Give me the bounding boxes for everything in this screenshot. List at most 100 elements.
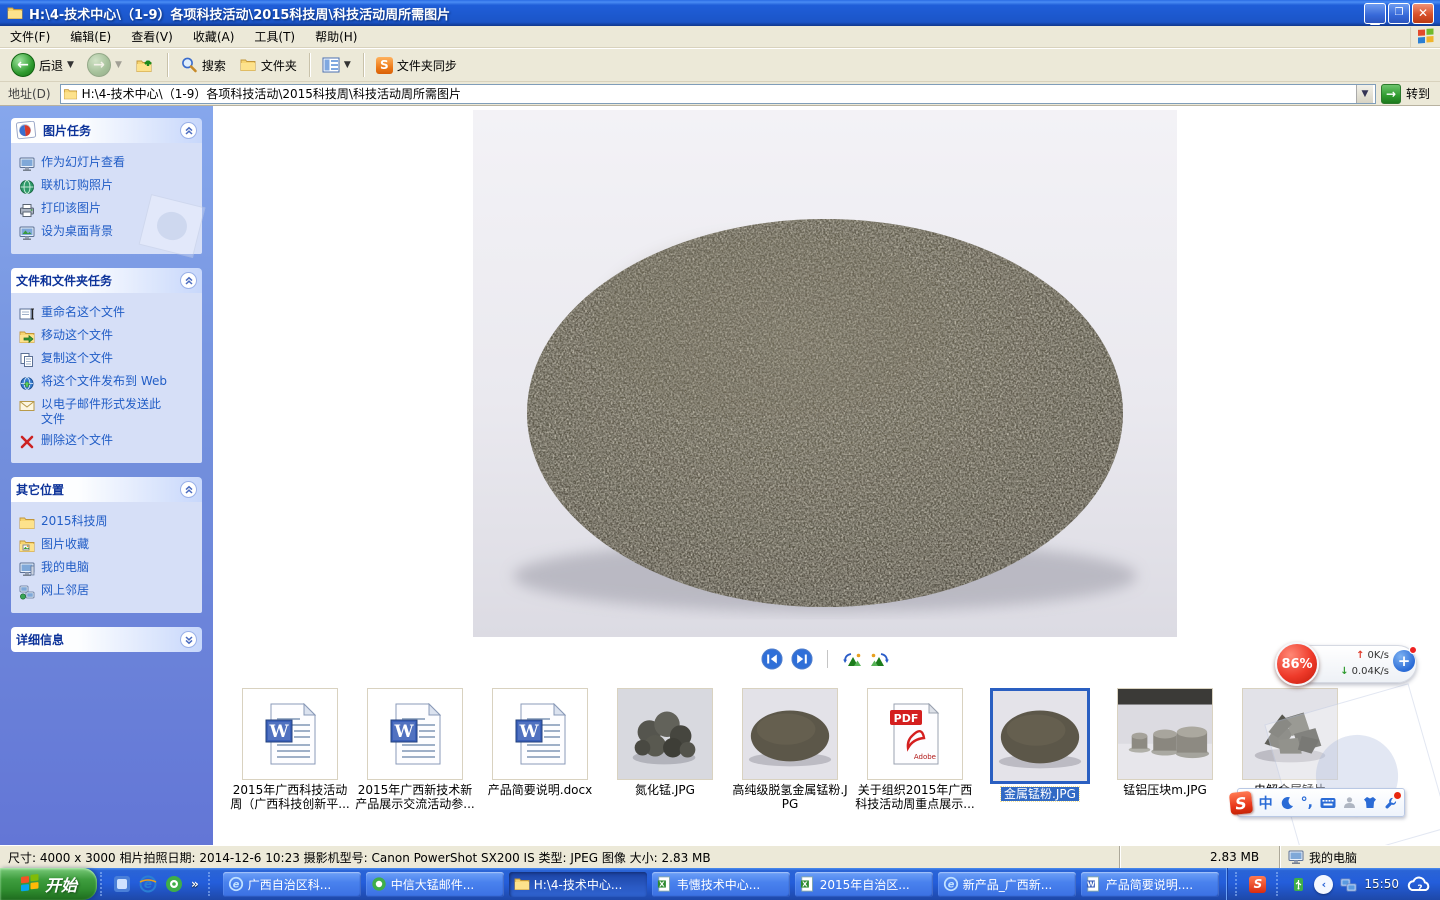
place-network[interactable]: 网上邻居	[18, 580, 198, 603]
cloud-tray-icon[interactable]: ?	[1406, 876, 1432, 893]
forward-button[interactable]: → ▼	[82, 51, 127, 79]
previous-image-button[interactable]	[761, 648, 783, 670]
menu-file[interactable]: 文件(F)	[0, 25, 60, 48]
chevron-up-icon[interactable]	[180, 272, 197, 289]
speed-overlay[interactable]: ↑0K/s ↓0.04K/s + 86%	[1275, 642, 1417, 686]
file-thumbnail-doc3[interactable]: 产品简要说明.docx	[478, 688, 602, 797]
task-pane: 图片任务 作为幻灯片查看 联机订购照片 打印该图片	[0, 106, 213, 845]
file-thumbnail-pdf[interactable]: 关于组织2015年广西科技活动周重点展示...	[853, 688, 977, 812]
address-input[interactable]: H:\4-技术中心\（1-9）各项科技活动\2015科技周\科技活动周所需图片 …	[60, 84, 1376, 104]
picture-tasks-icon	[16, 121, 38, 141]
folder-sync-button[interactable]: S 文件夹同步	[371, 55, 462, 76]
taskbar-button-ie1[interactable]: e 广西自治区科...	[223, 872, 361, 897]
place-my-pictures[interactable]: 图片收藏	[18, 534, 198, 557]
next-image-button[interactable]	[791, 648, 813, 670]
folder-icon	[514, 876, 530, 892]
system-tray: S ‹ 15:50 ?	[1227, 868, 1440, 900]
place-2015-tech-week[interactable]: 2015科技周	[18, 511, 198, 534]
quick-launch-app-icon[interactable]	[113, 875, 131, 893]
folders-button[interactable]: 文件夹	[234, 55, 302, 76]
menu-help[interactable]: 帮助(H)	[305, 25, 367, 48]
keyboard-icon[interactable]	[1320, 797, 1336, 809]
filmstrip-controls	[473, 646, 1177, 672]
browser-360-icon	[371, 876, 387, 892]
taskbar-button-doc2[interactable]: X 2015年自治区...	[795, 872, 933, 897]
minimize-button[interactable]: ▁	[1364, 3, 1386, 24]
task-view-slideshow[interactable]: 作为幻灯片查看	[18, 152, 198, 175]
network-tray-icon[interactable]	[1340, 876, 1357, 893]
usb-tray-icon[interactable]	[1290, 876, 1307, 893]
chevron-up-icon[interactable]	[180, 481, 197, 498]
sogou-logo-icon[interactable]: S	[1229, 790, 1253, 814]
file-thumbnail-doc2[interactable]: 2015年广西新技术新产品展示交流活动参...	[353, 688, 477, 812]
file-thumbnail-doc1[interactable]: 2015年广西科技活动周（广西科技创新平...	[228, 688, 352, 812]
back-icon: ←	[11, 53, 35, 77]
file-thumbnail-image1[interactable]: 氮化锰.JPG	[603, 688, 727, 797]
task-buttons: e 广西自治区科... 中信大锰邮件... H:\4-技术中心... X 韦憓技…	[223, 872, 1219, 897]
start-button[interactable]: 开始	[0, 868, 97, 900]
go-label: 转到	[1406, 85, 1436, 102]
ime-toolbar[interactable]: S 中 °,	[1237, 788, 1405, 817]
up-button[interactable]	[130, 54, 160, 76]
status-location: 我的电脑	[1280, 846, 1440, 868]
taskbar-button-mail[interactable]: 中信大锰邮件...	[366, 872, 504, 897]
chevron-up-icon[interactable]	[180, 122, 197, 139]
task-rename-file[interactable]: 重命名这个文件	[18, 302, 198, 325]
task-publish-to-web[interactable]: 将这个文件发布到 Web	[18, 371, 198, 394]
menu-edit[interactable]: 编辑(E)	[60, 25, 121, 48]
task-delete-file[interactable]: 删除这个文件	[18, 430, 198, 453]
close-button[interactable]: ✕	[1412, 3, 1434, 24]
chevron-down-icon[interactable]	[180, 631, 197, 648]
back-button[interactable]: ← 后退 ▼	[6, 51, 79, 79]
menu-favorites[interactable]: 收藏(A)	[183, 25, 245, 48]
file-thumbnail-image3[interactable]: 锰铝压块m.JPG	[1103, 688, 1227, 797]
status-file-size: 2.83 MB	[1120, 846, 1280, 868]
address-dropdown-icon[interactable]: ▼	[1356, 85, 1373, 103]
clock[interactable]: 15:50	[1364, 877, 1399, 891]
menu-tools[interactable]: 工具(T)	[244, 25, 305, 48]
task-order-prints[interactable]: 联机订购照片	[18, 175, 198, 198]
preview-image	[473, 110, 1177, 637]
file-thumbnail-image2[interactable]: 高纯级脱氢金属锰粉.JPG	[728, 688, 852, 812]
rotate-counterclockwise-button[interactable]	[842, 650, 862, 668]
search-button[interactable]: 搜索	[175, 54, 231, 76]
taskbar-button-word[interactable]: W 产品简要说明....	[1081, 872, 1219, 897]
panel-header-file-tasks[interactable]: 文件和文件夹任务	[11, 268, 202, 293]
task-move-file[interactable]: 移动这个文件	[18, 325, 198, 348]
settings-wrench-icon[interactable]	[1384, 796, 1398, 810]
quick-launch-overflow-icon[interactable]: »	[191, 877, 199, 891]
back-dropdown-icon[interactable]: ▼	[67, 60, 74, 70]
panel-header-other-places[interactable]: 其它位置	[11, 477, 202, 502]
go-button[interactable]: →	[1381, 84, 1401, 104]
taskbar-button-doc1[interactable]: X 韦憓技术中心...	[652, 872, 790, 897]
taskbar-button-ie2[interactable]: e 新产品_广西新...	[938, 872, 1076, 897]
ime-mode-chinese[interactable]: 中	[1259, 793, 1273, 813]
word-file-icon: W	[1086, 876, 1102, 892]
views-button[interactable]: ▼	[317, 55, 356, 75]
rotate-clockwise-button[interactable]	[870, 650, 890, 668]
hide-icons-chevron[interactable]: ‹	[1314, 875, 1333, 894]
moon-icon[interactable]	[1280, 796, 1294, 810]
panel-header-details[interactable]: 详细信息	[11, 627, 202, 652]
sync-icon: S	[376, 57, 393, 74]
panel-file-tasks: 文件和文件夹任务 重命名这个文件 移动这个文件 复制这个文件	[11, 268, 202, 463]
user-icon[interactable]	[1343, 796, 1356, 809]
file-thumbnail-selected[interactable]: 金属锰粉.JPG	[978, 688, 1102, 801]
restore-button[interactable]: ❐	[1388, 3, 1410, 24]
my-computer-icon	[19, 561, 35, 577]
status-bar: 尺寸: 4000 x 3000 相片拍照日期: 2014-12-6 10:23 …	[0, 845, 1440, 868]
sogou-tray-icon[interactable]: S	[1249, 876, 1266, 893]
menu-view[interactable]: 查看(V)	[121, 25, 183, 48]
task-email-file[interactable]: 以电子邮件形式发送此文件	[18, 394, 198, 430]
taskbar-button-explorer[interactable]: H:\4-技术中心...	[509, 872, 647, 897]
memory-percent-ball[interactable]: 86%	[1275, 642, 1319, 686]
panel-header-picture-tasks[interactable]: 图片任务	[11, 118, 202, 143]
address-folder-icon	[63, 87, 78, 101]
place-my-computer[interactable]: 我的电脑	[18, 557, 198, 580]
browser-360-icon[interactable]	[165, 875, 183, 893]
taskbar: 开始 e » e 广西自治区科... 中信大锰邮件...	[0, 868, 1440, 900]
task-copy-file[interactable]: 复制这个文件	[18, 348, 198, 371]
internet-explorer-icon[interactable]: e	[139, 875, 157, 893]
ime-punctuation[interactable]: °,	[1301, 795, 1313, 811]
skin-icon[interactable]	[1363, 796, 1377, 809]
